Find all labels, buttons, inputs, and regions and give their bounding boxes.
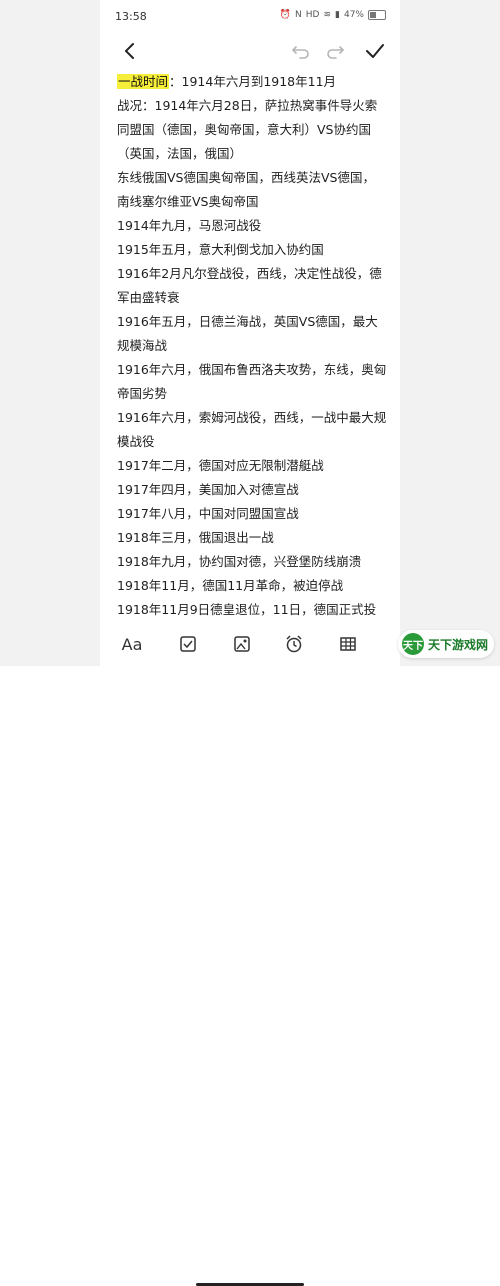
phone-screen: 13:58 ⏰ N HD ≋ ▮ 47% 一战时间：1914年六月到1918年1… — [100, 0, 400, 1286]
note-line: 1917年二月，德国对应无限制潜艇战 — [117, 458, 324, 473]
alarm-clock-icon — [286, 635, 302, 653]
note-line: 1916年六月，索姆河战役，西线，一战中最大规模战役 — [117, 410, 387, 449]
note-line: 1915年五月，意大利倒戈加入协约国 — [117, 242, 324, 257]
battery-icon — [368, 10, 386, 20]
highlighted-text: 一战时间 — [117, 74, 170, 89]
watermark-text: 天下游戏网 — [428, 637, 489, 652]
undo-button[interactable] — [288, 38, 314, 64]
note-line: 1914年九月，马恩河战役 — [117, 218, 262, 233]
signal-icon: ▮ — [335, 10, 340, 20]
status-time: 13:58 — [115, 10, 147, 23]
reminder-button[interactable] — [280, 630, 308, 658]
checkbox-icon — [180, 636, 196, 652]
battery-label: 47% — [343, 10, 364, 20]
table-icon — [340, 637, 356, 651]
redo-button[interactable] — [322, 38, 348, 64]
note-line: 1916年六月，俄国布鲁西洛夫攻势，东线，奥匈帝国劣势 — [117, 362, 387, 401]
status-icons: ⏰ N HD ≋ ▮ 47% — [280, 10, 386, 20]
note-line: 1918年三月，俄国退出一战 — [117, 530, 274, 545]
note-body[interactable]: 一战时间：1914年六月到1918年11月 战况：1914年六月28日，萨拉热窝… — [117, 70, 387, 646]
undo-icon — [292, 46, 309, 59]
hd-signal-icon: HD — [305, 10, 320, 20]
alarm-icon: ⏰ — [279, 10, 292, 20]
check-icon — [366, 44, 384, 58]
note-line: 1916年2月凡尔登战役，西线，决定性战役，德军由盛转衰 — [117, 266, 382, 305]
redo-icon — [327, 46, 344, 59]
note-line: 东线俄国VS德国奥匈帝国，西线英法VS德国，南线塞尔维亚VS奥匈帝国 — [117, 170, 375, 209]
note-line: 1918年九月，协约国对德，兴登堡防线崩溃 — [117, 554, 362, 569]
text-format-button[interactable]: Aa — [118, 630, 146, 658]
format-bar: Aa — [100, 624, 400, 1286]
watermark-logo: 天下 — [402, 633, 424, 655]
note-line: 1917年四月，美国加入对德宣战 — [117, 482, 299, 497]
back-chevron-icon — [125, 43, 134, 59]
insert-image-button[interactable] — [228, 630, 256, 658]
note-line: 1917年八月，中国对同盟国宣战 — [117, 506, 299, 521]
checklist-button[interactable] — [174, 630, 202, 658]
note-line: 1918年11月，德国11月革命，被迫停战 — [117, 578, 344, 593]
title-rest: ：1914年六月到1918年11月 — [169, 74, 337, 89]
wifi-icon: ≋ — [323, 10, 332, 20]
back-button[interactable] — [116, 38, 142, 64]
done-button[interactable] — [362, 38, 388, 64]
note-title-line: 一战时间：1914年六月到1918年11月 — [117, 70, 387, 94]
note-line: 同盟国（德国，奥匈帝国，意大利）VS协约国（英国，法国，俄国） — [117, 122, 371, 161]
note-line: 1916年五月，日德兰海战，英国VS德国，最大规模海战 — [117, 314, 378, 353]
nfc-icon: N — [295, 10, 302, 20]
site-watermark: 天下 天下游戏网 — [398, 630, 494, 658]
image-icon — [234, 636, 250, 652]
note-line: 战况：1914年六月28日，萨拉热窝事件导火索 — [117, 98, 378, 113]
note-toolbar — [100, 34, 400, 68]
status-bar: 13:58 ⏰ N HD ≋ ▮ 47% — [100, 0, 400, 34]
insert-table-button[interactable] — [334, 630, 362, 658]
